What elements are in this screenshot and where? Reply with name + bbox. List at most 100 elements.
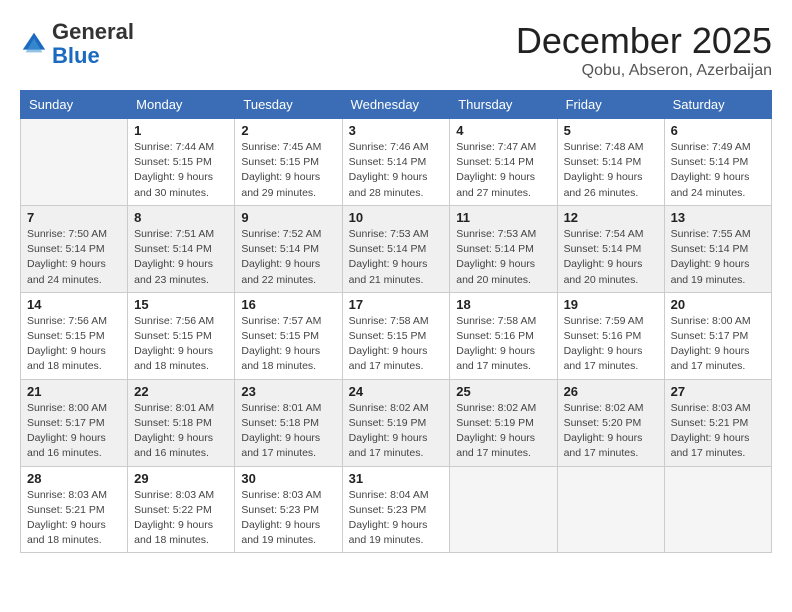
day-info: Sunrise: 7:48 AM Sunset: 5:14 PM Dayligh… [564, 140, 658, 201]
day-info: Sunrise: 8:02 AM Sunset: 5:19 PM Dayligh… [349, 401, 444, 462]
month-title: December 2025 [516, 20, 772, 62]
day-info: Sunrise: 7:50 AM Sunset: 5:14 PM Dayligh… [27, 227, 121, 288]
day-info: Sunrise: 7:56 AM Sunset: 5:15 PM Dayligh… [27, 314, 121, 375]
calendar-cell: 19 Sunrise: 7:59 AM Sunset: 5:16 PM Dayli… [557, 292, 664, 379]
day-info: Sunrise: 7:49 AM Sunset: 5:14 PM Dayligh… [671, 140, 765, 201]
logo: General Blue [20, 20, 134, 68]
day-info: Sunrise: 7:58 AM Sunset: 5:15 PM Dayligh… [349, 314, 444, 375]
location: Qobu, Abseron, Azerbaijan [516, 62, 772, 80]
calendar-cell: 25Sunrise: 8:02 AM Sunset: 5:19 PM Dayli… [450, 379, 557, 466]
logo-text: General Blue [52, 20, 134, 68]
day-number: 13 [671, 210, 765, 225]
title-block: December 2025 Qobu, Abseron, Azerbaijan [516, 20, 772, 80]
day-info: Sunrise: 8:02 AM Sunset: 5:20 PM Dayligh… [564, 401, 658, 462]
day-info: Sunrise: 7:58 AM Sunset: 5:16 PM Dayligh… [456, 314, 550, 375]
page-header: General Blue December 2025 Qobu, Abseron… [20, 20, 772, 80]
weekday-header-thursday: Thursday [450, 91, 557, 119]
day-number: 8 [134, 210, 228, 225]
calendar-cell: 24 Sunrise: 8:02 AM Sunset: 5:19 PM Dayli… [342, 379, 450, 466]
day-number: 18 [456, 297, 550, 312]
day-number: 12 [564, 210, 658, 225]
calendar-cell: 21 Sunrise: 8:00 AM Sunset: 5:17 PM Dayli… [21, 379, 128, 466]
day-info: Sunrise: 7:54 AM Sunset: 5:14 PM Dayligh… [564, 227, 658, 288]
calendar-cell [21, 119, 128, 206]
calendar-table: SundayMondayTuesdayWednesdayThursdayFrid… [20, 90, 772, 553]
calendar-cell: 15Sunrise: 7:56 AM Sunset: 5:15 PM Dayli… [128, 292, 235, 379]
day-info: Sunrise: 7:51 AM Sunset: 5:14 PM Dayligh… [134, 227, 228, 288]
logo-blue: Blue [52, 44, 134, 68]
day-info: Sunrise: 7:44 AM Sunset: 5:15 PM Dayligh… [134, 140, 228, 201]
day-number: 22 [134, 384, 228, 399]
day-info: Sunrise: 8:01 AM Sunset: 5:18 PM Dayligh… [134, 401, 228, 462]
day-info: Sunrise: 8:04 AM Sunset: 5:23 PM Dayligh… [349, 488, 444, 549]
calendar-cell: 13 Sunrise: 7:55 AM Sunset: 5:14 PM Dayli… [664, 205, 771, 292]
day-info: Sunrise: 8:00 AM Sunset: 5:17 PM Dayligh… [27, 401, 121, 462]
calendar-cell: 18 Sunrise: 7:58 AM Sunset: 5:16 PM Dayli… [450, 292, 557, 379]
calendar-cell: 5 Sunrise: 7:48 AM Sunset: 5:14 PM Daylig… [557, 119, 664, 206]
day-number: 28 [27, 471, 121, 486]
day-number: 23 [241, 384, 335, 399]
calendar-cell: 2 Sunrise: 7:45 AM Sunset: 5:15 PM Daylig… [235, 119, 342, 206]
day-info: Sunrise: 8:00 AM Sunset: 5:17 PM Dayligh… [671, 314, 765, 375]
day-info: Sunrise: 8:03 AM Sunset: 5:22 PM Dayligh… [134, 488, 228, 549]
calendar-cell: 23 Sunrise: 8:01 AM Sunset: 5:18 PM Dayli… [235, 379, 342, 466]
calendar-cell [450, 466, 557, 553]
day-info: Sunrise: 8:03 AM Sunset: 5:21 PM Dayligh… [27, 488, 121, 549]
calendar-cell: 28 Sunrise: 8:03 AM Sunset: 5:21 PM Dayli… [21, 466, 128, 553]
calendar-week-row: 21 Sunrise: 8:00 AM Sunset: 5:17 PM Dayli… [21, 379, 772, 466]
day-info: Sunrise: 7:59 AM Sunset: 5:16 PM Dayligh… [564, 314, 658, 375]
day-info: Sunrise: 7:45 AM Sunset: 5:15 PM Dayligh… [241, 140, 335, 201]
day-number: 10 [349, 210, 444, 225]
day-number: 17 [349, 297, 444, 312]
day-number: 3 [349, 123, 444, 138]
weekday-header-sunday: Sunday [21, 91, 128, 119]
day-number: 7 [27, 210, 121, 225]
day-info: Sunrise: 7:55 AM Sunset: 5:14 PM Dayligh… [671, 227, 765, 288]
weekday-header-tuesday: Tuesday [235, 91, 342, 119]
day-number: 4 [456, 123, 550, 138]
day-info: Sunrise: 8:03 AM Sunset: 5:23 PM Dayligh… [241, 488, 335, 549]
day-info: Sunrise: 7:53 AM Sunset: 5:14 PM Dayligh… [349, 227, 444, 288]
day-number: 30 [241, 471, 335, 486]
calendar-cell: 27 Sunrise: 8:03 AM Sunset: 5:21 PM Dayli… [664, 379, 771, 466]
calendar-cell: 22 Sunrise: 8:01 AM Sunset: 5:18 PM Dayli… [128, 379, 235, 466]
day-number: 15 [134, 297, 228, 312]
day-number: 16 [241, 297, 335, 312]
day-number: 11 [456, 210, 550, 225]
day-number: 1 [134, 123, 228, 138]
weekday-header-row: SundayMondayTuesdayWednesdayThursdayFrid… [21, 91, 772, 119]
day-info: Sunrise: 7:53 AM Sunset: 5:14 PM Dayligh… [456, 227, 550, 288]
calendar-cell: 4 Sunrise: 7:47 AM Sunset: 5:14 PM Daylig… [450, 119, 557, 206]
calendar-week-row: 1 Sunrise: 7:44 AM Sunset: 5:15 PM Daylig… [21, 119, 772, 206]
calendar-cell: 6 Sunrise: 7:49 AM Sunset: 5:14 PM Daylig… [664, 119, 771, 206]
calendar-week-row: 28 Sunrise: 8:03 AM Sunset: 5:21 PM Dayli… [21, 466, 772, 553]
calendar-week-row: 14 Sunrise: 7:56 AM Sunset: 5:15 PM Dayli… [21, 292, 772, 379]
day-number: 6 [671, 123, 765, 138]
day-number: 24 [349, 384, 444, 399]
day-number: 27 [671, 384, 765, 399]
calendar-cell: 10 Sunrise: 7:53 AM Sunset: 5:14 PM Dayli… [342, 205, 450, 292]
weekday-header-wednesday: Wednesday [342, 91, 450, 119]
day-number: 19 [564, 297, 658, 312]
day-info: Sunrise: 8:03 AM Sunset: 5:21 PM Dayligh… [671, 401, 765, 462]
calendar-cell: 30 Sunrise: 8:03 AM Sunset: 5:23 PM Dayli… [235, 466, 342, 553]
day-number: 20 [671, 297, 765, 312]
day-number: 29 [134, 471, 228, 486]
calendar-cell: 1 Sunrise: 7:44 AM Sunset: 5:15 PM Daylig… [128, 119, 235, 206]
calendar-cell: 3 Sunrise: 7:46 AM Sunset: 5:14 PM Daylig… [342, 119, 450, 206]
calendar-week-row: 7 Sunrise: 7:50 AM Sunset: 5:14 PM Daylig… [21, 205, 772, 292]
day-info: Sunrise: 7:52 AM Sunset: 5:14 PM Dayligh… [241, 227, 335, 288]
day-number: 21 [27, 384, 121, 399]
calendar-cell: 31Sunrise: 8:04 AM Sunset: 5:23 PM Dayli… [342, 466, 450, 553]
day-info: Sunrise: 7:57 AM Sunset: 5:15 PM Dayligh… [241, 314, 335, 375]
day-info: Sunrise: 8:01 AM Sunset: 5:18 PM Dayligh… [241, 401, 335, 462]
logo-icon [20, 30, 48, 58]
day-number: 14 [27, 297, 121, 312]
day-number: 2 [241, 123, 335, 138]
calendar-cell: 9Sunrise: 7:52 AM Sunset: 5:14 PM Daylig… [235, 205, 342, 292]
day-info: Sunrise: 7:47 AM Sunset: 5:14 PM Dayligh… [456, 140, 550, 201]
day-info: Sunrise: 8:02 AM Sunset: 5:19 PM Dayligh… [456, 401, 550, 462]
day-number: 5 [564, 123, 658, 138]
day-info: Sunrise: 7:46 AM Sunset: 5:14 PM Dayligh… [349, 140, 444, 201]
calendar-cell: 14 Sunrise: 7:56 AM Sunset: 5:15 PM Dayli… [21, 292, 128, 379]
